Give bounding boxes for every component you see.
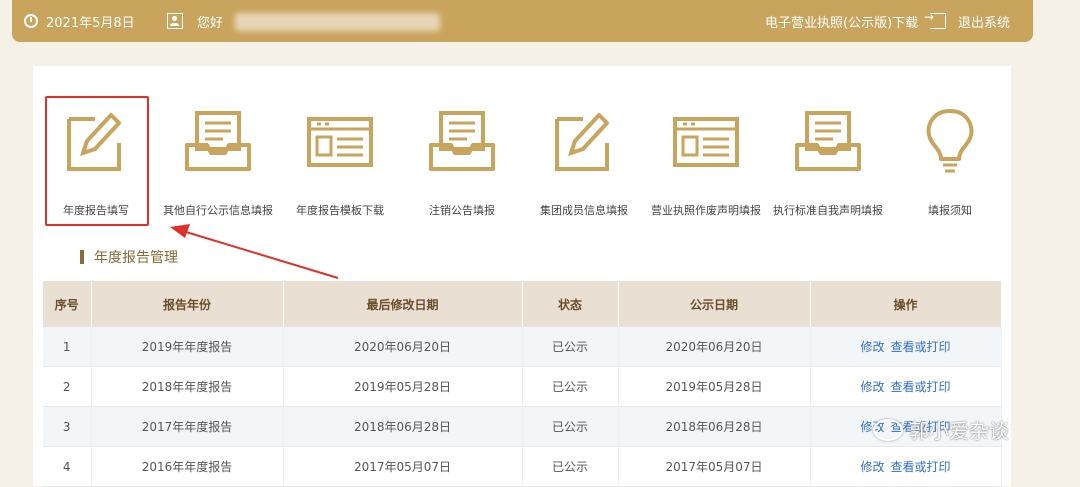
col-header-published: 公示日期	[618, 281, 811, 327]
cell-year: 2018年年度报告	[91, 366, 284, 407]
table-row: 1 2019年年度报告 2020年06月20日 已公示 2020年06月20日 …	[43, 327, 1002, 367]
cell-published: 2017年05月07日	[618, 446, 811, 487]
cell-published: 2020年06月20日	[618, 327, 811, 367]
cell-no: 4	[43, 446, 92, 487]
cell-no: 1	[43, 327, 92, 367]
col-header-modified: 最后修改日期	[283, 281, 523, 327]
cell-published: 2018年06月28日	[618, 406, 811, 447]
watermark: 郭小爱杂谈	[873, 415, 1009, 444]
col-header-actions: 操作	[810, 281, 1002, 327]
col-header-status: 状态	[522, 281, 619, 327]
cell-actions: 修改 查看或打印	[810, 446, 1002, 487]
chat-bubble-icon	[873, 418, 903, 441]
section-title-bar	[80, 250, 84, 264]
cell-year: 2017年年度报告	[91, 406, 284, 447]
cell-modified: 2020年06月20日	[283, 327, 523, 367]
table-row: 2 2018年年度报告 2019年05月28日 已公示 2019年05月28日 …	[43, 366, 1002, 407]
cell-year: 2019年年度报告	[91, 327, 284, 367]
table-header-row: 序号 报告年份 最后修改日期 状态 公示日期 操作	[43, 281, 1002, 327]
cell-modified: 2017年05月07日	[283, 446, 523, 487]
section-title-text: 年度报告管理	[94, 250, 178, 266]
view-print-link[interactable]: 查看或打印	[891, 380, 951, 394]
col-header-no: 序号	[43, 281, 92, 327]
section-title: 年度报告管理	[80, 248, 178, 266]
cell-status: 已公示	[522, 327, 619, 367]
cell-modified: 2018年06月28日	[283, 406, 523, 447]
cell-modified: 2019年05月28日	[283, 366, 523, 407]
cell-status: 已公示	[522, 406, 619, 447]
cell-published: 2019年05月28日	[618, 366, 811, 407]
edit-link[interactable]: 修改	[860, 340, 884, 354]
edit-link[interactable]: 修改	[860, 460, 884, 474]
col-header-year: 报告年份	[91, 281, 284, 327]
table-row: 4 2016年年度报告 2017年05月07日 已公示 2017年05月07日 …	[43, 446, 1002, 487]
cell-no: 3	[43, 406, 92, 447]
table-row: 3 2017年年度报告 2018年06月28日 已公示 2018年06月28日 …	[43, 406, 1002, 447]
cell-no: 2	[43, 366, 92, 407]
cell-status: 已公示	[522, 446, 619, 487]
cell-actions: 修改 查看或打印	[810, 366, 1002, 407]
cell-status: 已公示	[522, 366, 619, 407]
watermark-text: 郭小爱杂谈	[909, 419, 1009, 443]
annual-report-table: 序号 报告年份 最后修改日期 状态 公示日期 操作 1 2019年年度报告 20…	[43, 281, 1002, 487]
view-print-link[interactable]: 查看或打印	[891, 460, 951, 474]
view-print-link[interactable]: 查看或打印	[891, 340, 951, 354]
edit-link[interactable]: 修改	[860, 380, 884, 394]
cell-year: 2016年年度报告	[91, 446, 284, 487]
cell-actions: 修改 查看或打印	[810, 327, 1002, 367]
